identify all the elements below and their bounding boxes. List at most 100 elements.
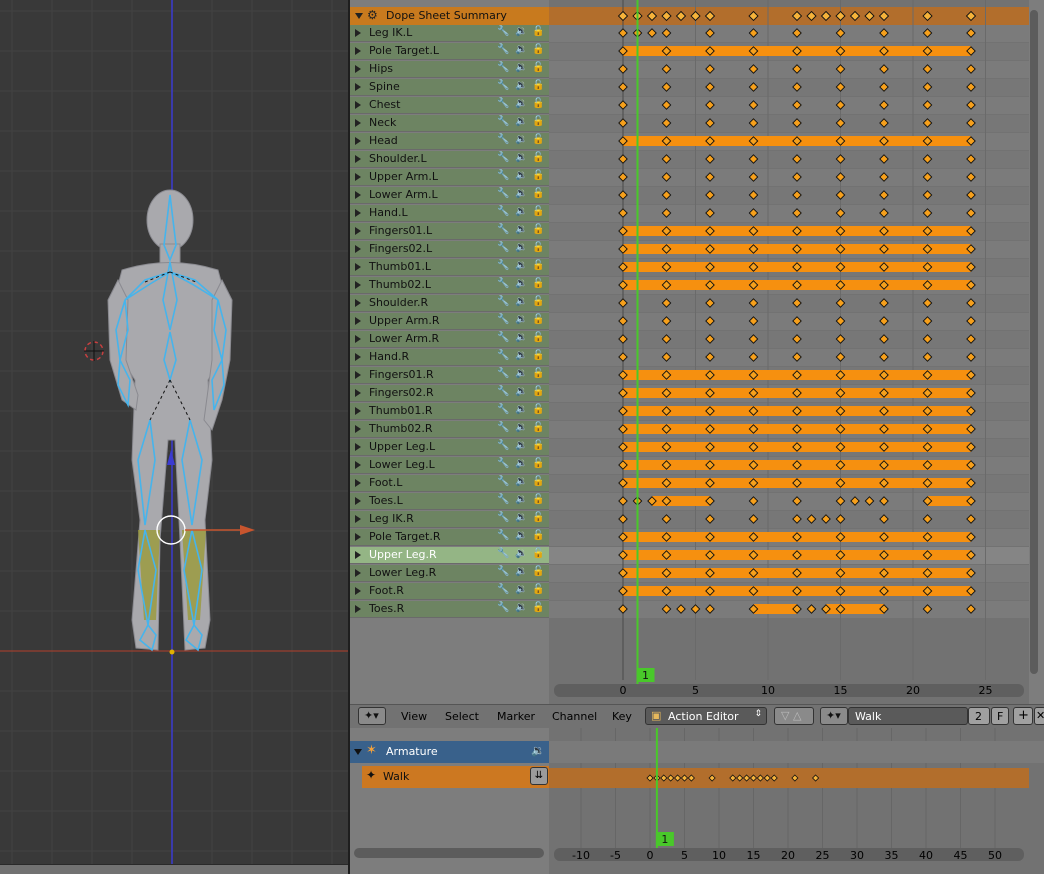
nla-strip-area[interactable]: -10 -5 0 5 10 15 20 25 30 35 40 45 50 1 xyxy=(549,728,1044,874)
channel-row[interactable]: Upper Arm.L 🔧 🔉 🔓 xyxy=(350,169,549,186)
channel-row[interactable]: Fingers01.L 🔧 🔉 🔓 xyxy=(350,223,549,240)
new-action-button[interactable]: + xyxy=(1013,707,1033,725)
channel-row[interactable]: Lower Arm.L 🔧 🔉 🔓 xyxy=(350,187,549,204)
wrench-icon[interactable]: 🔧 xyxy=(497,404,509,415)
speaker-icon[interactable]: 🔉 xyxy=(515,476,527,487)
channel-row[interactable]: Foot.L 🔧 🔉 🔓 xyxy=(350,475,549,492)
speaker-icon[interactable]: 🔉 xyxy=(515,224,527,235)
expand-triangle-icon[interactable] xyxy=(355,317,361,325)
wrench-icon[interactable]: 🔧 xyxy=(497,368,509,379)
lock-icon[interactable]: 🔓 xyxy=(532,422,544,433)
editor-mode-select[interactable]: ▣ Action Editor ⇕ xyxy=(645,707,767,725)
expand-triangle-icon[interactable] xyxy=(355,551,361,559)
dope-sheet-summary-row[interactable]: ⚙ Dope Sheet Summary xyxy=(350,7,549,25)
channel-row[interactable]: Lower Arm.R 🔧 🔉 🔓 xyxy=(350,331,549,348)
speaker-icon[interactable]: 🔉 xyxy=(515,512,527,523)
expand-triangle-icon[interactable] xyxy=(355,65,361,73)
wrench-icon[interactable]: 🔧 xyxy=(497,512,509,523)
lock-icon[interactable]: 🔓 xyxy=(532,116,544,127)
expand-triangle-icon[interactable] xyxy=(355,605,361,613)
lock-icon[interactable]: 🔓 xyxy=(532,296,544,307)
lock-icon[interactable]: 🔓 xyxy=(532,260,544,271)
menu-key[interactable]: Key xyxy=(612,710,632,723)
menu-select[interactable]: Select xyxy=(445,710,479,723)
lock-icon[interactable]: 🔓 xyxy=(532,368,544,379)
wrench-icon[interactable]: 🔧 xyxy=(497,116,509,127)
speaker-icon[interactable]: 🔉 xyxy=(515,80,527,91)
channel-row[interactable]: Upper Leg.R 🔧 🔉 🔓 xyxy=(350,547,549,564)
expand-triangle-icon[interactable] xyxy=(355,245,361,253)
channel-row[interactable]: Lower Leg.R 🔧 🔉 🔓 xyxy=(350,565,549,582)
wrench-icon[interactable]: 🔧 xyxy=(497,584,509,595)
expand-triangle-icon[interactable] xyxy=(355,389,361,397)
channel-row[interactable]: Leg IK.L 🔧 🔉 🔓 xyxy=(350,25,549,42)
lock-icon[interactable]: 🔓 xyxy=(532,278,544,289)
expand-triangle-icon[interactable] xyxy=(355,155,361,163)
lock-icon[interactable]: 🔓 xyxy=(532,548,544,559)
channel-row[interactable]: Thumb02.L 🔧 🔉 🔓 xyxy=(350,277,549,294)
wrench-icon[interactable]: 🔧 xyxy=(497,224,509,235)
speaker-icon[interactable]: 🔉 xyxy=(515,548,527,559)
channel-row[interactable]: Fingers02.L 🔧 🔉 🔓 xyxy=(350,241,549,258)
lock-icon[interactable]: 🔓 xyxy=(532,26,544,37)
wrench-icon[interactable]: 🔧 xyxy=(497,476,509,487)
keyframe-area[interactable]: 0 5 10 15 20 25 1 xyxy=(549,0,1029,704)
expand-triangle-icon[interactable] xyxy=(355,479,361,487)
expand-triangle-icon[interactable] xyxy=(355,47,361,55)
menu-marker[interactable]: Marker xyxy=(497,710,535,723)
channel-row[interactable]: Leg IK.R 🔧 🔉 🔓 xyxy=(350,511,549,528)
action-users-count[interactable]: 2 xyxy=(968,707,990,725)
channel-row[interactable]: Neck 🔧 🔉 🔓 xyxy=(350,115,549,132)
wrench-icon[interactable]: 🔧 xyxy=(497,278,509,289)
expand-triangle-icon[interactable] xyxy=(355,569,361,577)
speaker-icon[interactable]: 🔉 xyxy=(515,242,527,253)
wrench-icon[interactable]: 🔧 xyxy=(497,350,509,361)
expand-triangle-icon[interactable] xyxy=(355,443,361,451)
speaker-icon[interactable]: 🔉 xyxy=(515,440,527,451)
wrench-icon[interactable]: 🔧 xyxy=(497,422,509,433)
wrench-icon[interactable]: 🔧 xyxy=(497,530,509,541)
speaker-icon[interactable]: 🔉 xyxy=(515,260,527,271)
channel-list[interactable]: ⚙ Dope Sheet Summary Leg IK.L 🔧 🔉 🔓 Pole Tar… xyxy=(350,0,549,704)
wrench-icon[interactable]: 🔧 xyxy=(497,206,509,217)
action-browse-button[interactable]: ✦▾ xyxy=(820,707,848,725)
speaker-icon[interactable]: 🔉 xyxy=(515,26,527,37)
channel-row[interactable]: Pole Target.R 🔧 🔉 🔓 xyxy=(350,529,549,546)
channel-row[interactable]: Fingers01.R 🔧 🔉 🔓 xyxy=(350,367,549,384)
speaker-icon[interactable]: 🔉 xyxy=(515,494,527,505)
lock-icon[interactable]: 🔓 xyxy=(532,404,544,415)
expand-triangle-icon[interactable] xyxy=(355,371,361,379)
lock-icon[interactable]: 🔓 xyxy=(532,134,544,145)
wrench-icon[interactable]: 🔧 xyxy=(497,494,509,505)
channel-row[interactable]: Chest 🔧 🔉 🔓 xyxy=(350,97,549,114)
expand-triangle-icon[interactable] xyxy=(355,173,361,181)
expand-triangle-icon[interactable] xyxy=(355,83,361,91)
push-down-button[interactable]: ⇊ xyxy=(530,767,548,785)
channel-row[interactable]: Hips 🔧 🔉 🔓 xyxy=(350,61,549,78)
lock-icon[interactable]: 🔓 xyxy=(532,386,544,397)
fake-user-button[interactable]: F xyxy=(991,707,1009,725)
wrench-icon[interactable]: 🔧 xyxy=(497,602,509,613)
wrench-icon[interactable]: 🔧 xyxy=(497,44,509,55)
lock-icon[interactable]: 🔓 xyxy=(532,242,544,253)
channel-row[interactable]: Fingers02.R 🔧 🔉 🔓 xyxy=(350,385,549,402)
wrench-icon[interactable]: 🔧 xyxy=(497,152,509,163)
expand-triangle-icon[interactable] xyxy=(355,497,361,505)
channel-row[interactable]: Head 🔧 🔉 🔓 xyxy=(350,133,549,150)
lock-icon[interactable]: 🔓 xyxy=(532,62,544,73)
wrench-icon[interactable]: 🔧 xyxy=(497,260,509,271)
unlink-action-button[interactable]: ✕ xyxy=(1034,707,1044,725)
editor-type-button[interactable]: ✦▾ xyxy=(358,707,386,725)
expand-triangle-icon[interactable] xyxy=(355,461,361,469)
wrench-icon[interactable]: 🔧 xyxy=(497,80,509,91)
lock-icon[interactable]: 🔓 xyxy=(532,350,544,361)
lock-icon[interactable]: 🔓 xyxy=(532,206,544,217)
speaker-icon[interactable]: 🔉 xyxy=(515,386,527,397)
lock-icon[interactable]: 🔓 xyxy=(532,602,544,613)
expand-triangle-icon[interactable] xyxy=(355,227,361,235)
expand-triangle-icon[interactable] xyxy=(355,335,361,343)
expand-triangle-icon[interactable] xyxy=(355,533,361,541)
wrench-icon[interactable]: 🔧 xyxy=(497,26,509,37)
speaker-icon[interactable]: 🔉 xyxy=(515,62,527,73)
lock-icon[interactable]: 🔓 xyxy=(532,512,544,523)
